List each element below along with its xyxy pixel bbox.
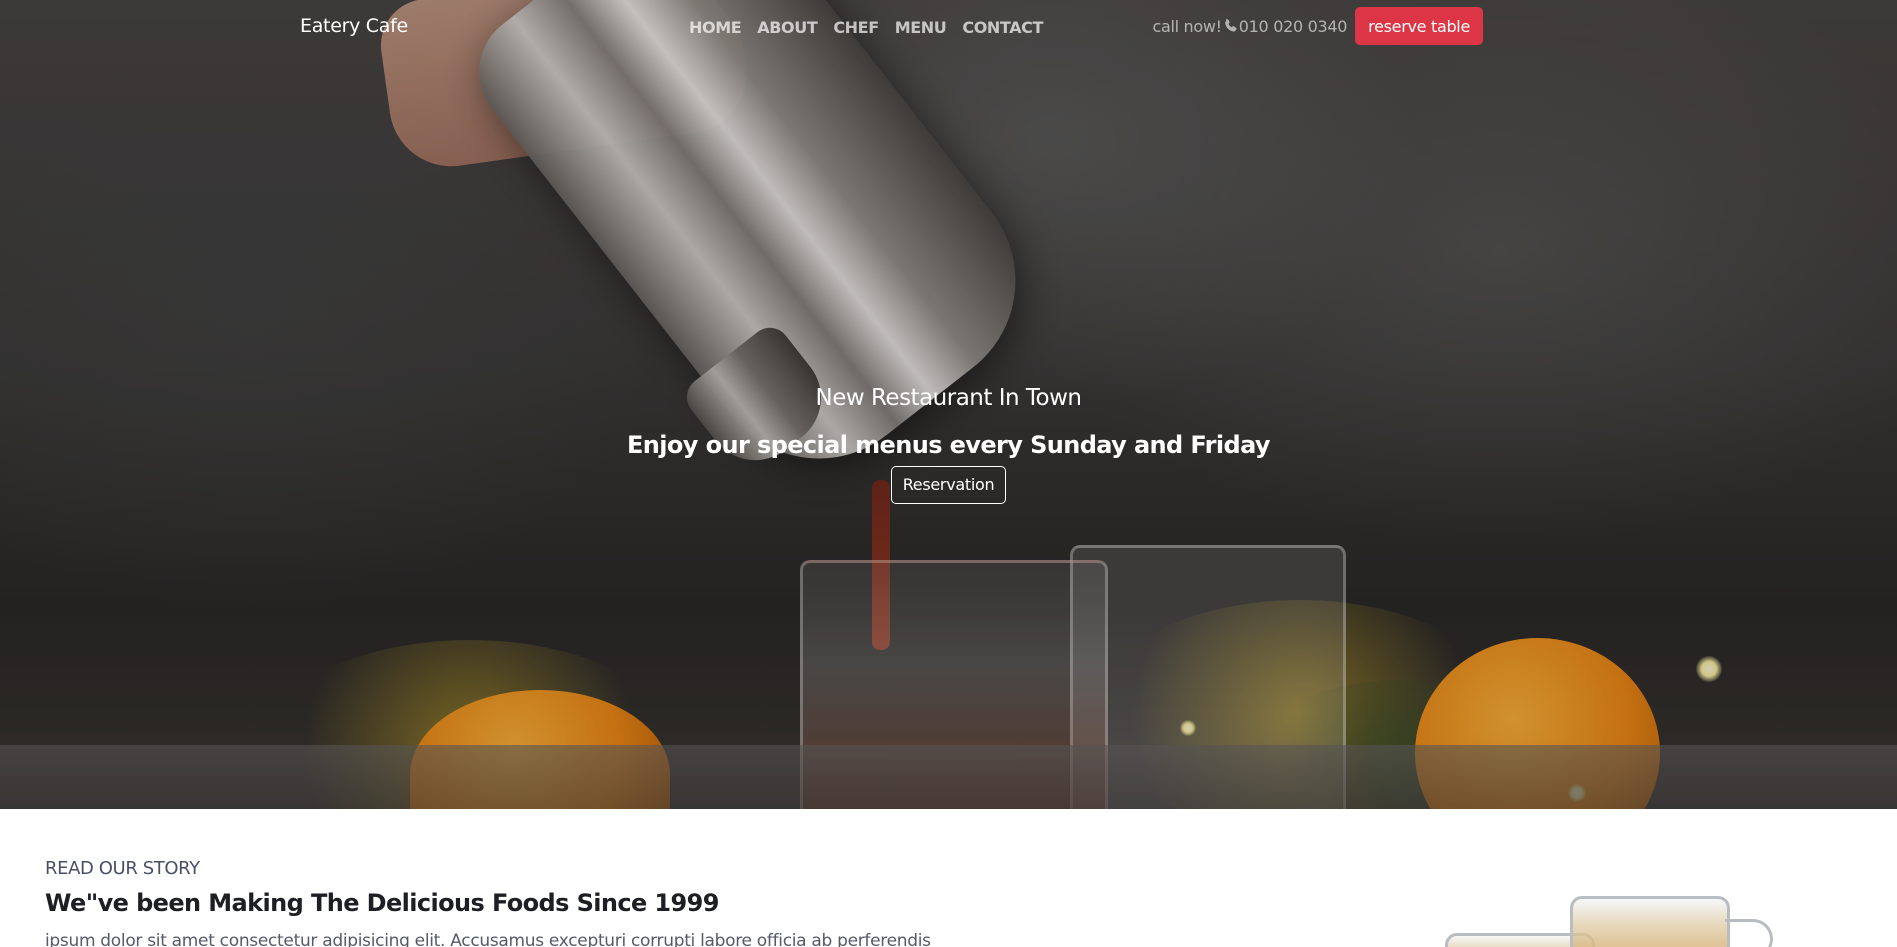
nav-link-about[interactable]: ABOUT	[757, 18, 817, 37]
story-image-cup-back	[1570, 896, 1730, 947]
navbar: Eatery Cafe HOME ABOUT CHEF MENU CONTACT…	[0, 0, 1897, 54]
nav-link-menu[interactable]: MENU	[895, 18, 947, 37]
nav-link-contact[interactable]: CONTACT	[962, 18, 1043, 37]
nav-link-chef[interactable]: CHEF	[833, 18, 879, 37]
nav-contact-area: call now! 010 020 0340 reserve table	[1152, 7, 1483, 45]
hero-title: Enjoy our special menus every Sunday and…	[627, 431, 1271, 459]
nav-link-home[interactable]: HOME	[689, 18, 742, 37]
nav-links: HOME ABOUT CHEF MENU CONTACT	[689, 18, 1059, 37]
story-heading: We"ve been Making The Delicious Foods Si…	[45, 889, 719, 917]
brand-logo[interactable]: Eatery Cafe	[300, 15, 408, 37]
story-kicker: READ OUR STORY	[45, 858, 200, 879]
phone-icon	[1223, 18, 1239, 34]
hero-section: Eatery Cafe HOME ABOUT CHEF MENU CONTACT…	[0, 0, 1897, 809]
story-image-cup-handle	[1725, 919, 1773, 947]
hero-subtitle: New Restaurant In Town	[815, 385, 1082, 411]
story-body: ipsum dolor sit amet consectetur adipisi…	[45, 931, 931, 947]
story-section: READ OUR STORY We"ve been Making The Del…	[0, 809, 1897, 947]
reservation-button[interactable]: Reservation	[890, 466, 1007, 504]
call-now-label: call now!	[1152, 16, 1222, 36]
hero-text: New Restaurant In Town Enjoy our special…	[0, 381, 1897, 504]
reserve-table-button[interactable]: reserve table	[1355, 7, 1483, 45]
phone-number[interactable]: 010 020 0340	[1239, 17, 1348, 36]
